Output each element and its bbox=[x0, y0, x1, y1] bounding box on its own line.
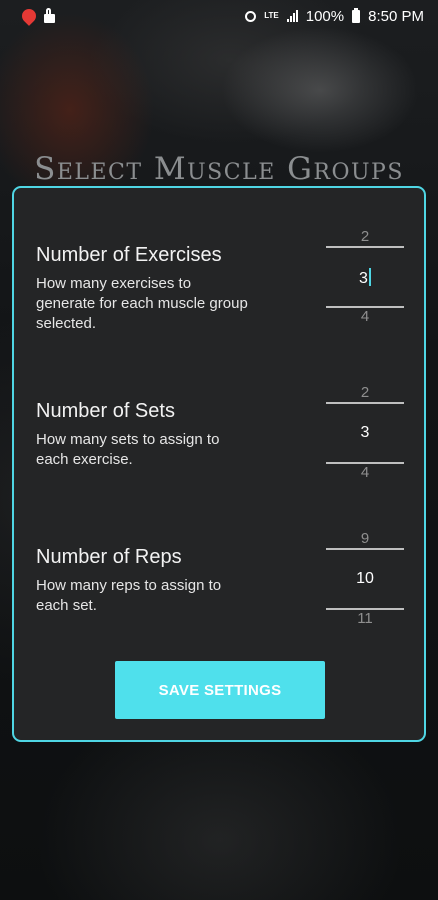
settings-panel: Number of Exercises How many exercises t… bbox=[12, 186, 426, 742]
setting-sets: Number of Sets How many sets to assign t… bbox=[14, 384, 424, 500]
picker-next-value[interactable]: 4 bbox=[326, 308, 404, 325]
setting-title: Number of Exercises bbox=[36, 244, 222, 266]
setting-description: How many sets to assign to each exercise… bbox=[36, 431, 220, 468]
text-cursor bbox=[368, 268, 371, 286]
lte-label: LTE bbox=[264, 11, 279, 20]
picker-next-value[interactable]: 4 bbox=[326, 464, 404, 481]
picker-divider bbox=[326, 402, 404, 404]
picker-current-value[interactable]: 10 bbox=[326, 570, 404, 588]
setting-title: Number of Reps bbox=[36, 546, 182, 568]
reps-number-picker[interactable]: 9 10 11 bbox=[326, 530, 404, 630]
exercises-number-picker[interactable]: 2 3 4 bbox=[326, 228, 404, 328]
picker-next-value[interactable]: 11 bbox=[326, 610, 404, 627]
clock: 8:50 PM bbox=[368, 7, 424, 25]
picker-divider bbox=[326, 548, 404, 550]
picker-prev-value[interactable]: 9 bbox=[326, 530, 404, 547]
setting-exercises: Number of Exercises How many exercises t… bbox=[14, 228, 424, 344]
page-title: Select Muscle Groups bbox=[34, 151, 404, 187]
setting-title: Number of Sets bbox=[36, 400, 175, 422]
picker-current-value[interactable]: 3 bbox=[326, 424, 404, 442]
setting-reps: Number of Reps How many reps to assign t… bbox=[14, 530, 424, 646]
signal-icon bbox=[286, 10, 298, 22]
picker-current-value[interactable]: 3 bbox=[326, 268, 404, 288]
picker-divider bbox=[326, 246, 404, 248]
picker-prev-value[interactable]: 2 bbox=[326, 228, 404, 245]
sets-number-picker[interactable]: 2 3 4 bbox=[326, 384, 404, 484]
setting-description: How many exercises to generate for each … bbox=[36, 275, 248, 332]
setting-description: How many reps to assign to each set. bbox=[36, 577, 222, 614]
lock-icon bbox=[44, 8, 55, 23]
battery-percent: 100% bbox=[305, 7, 345, 25]
picker-prev-value[interactable]: 2 bbox=[326, 384, 404, 401]
battery-icon bbox=[352, 7, 361, 23]
save-settings-button[interactable]: SAVE SETTINGS bbox=[115, 661, 325, 719]
status-bar: LTE 100% 8:50 PM bbox=[0, 0, 438, 32]
location-pin-icon bbox=[19, 6, 39, 26]
alarm-icon bbox=[245, 10, 257, 22]
